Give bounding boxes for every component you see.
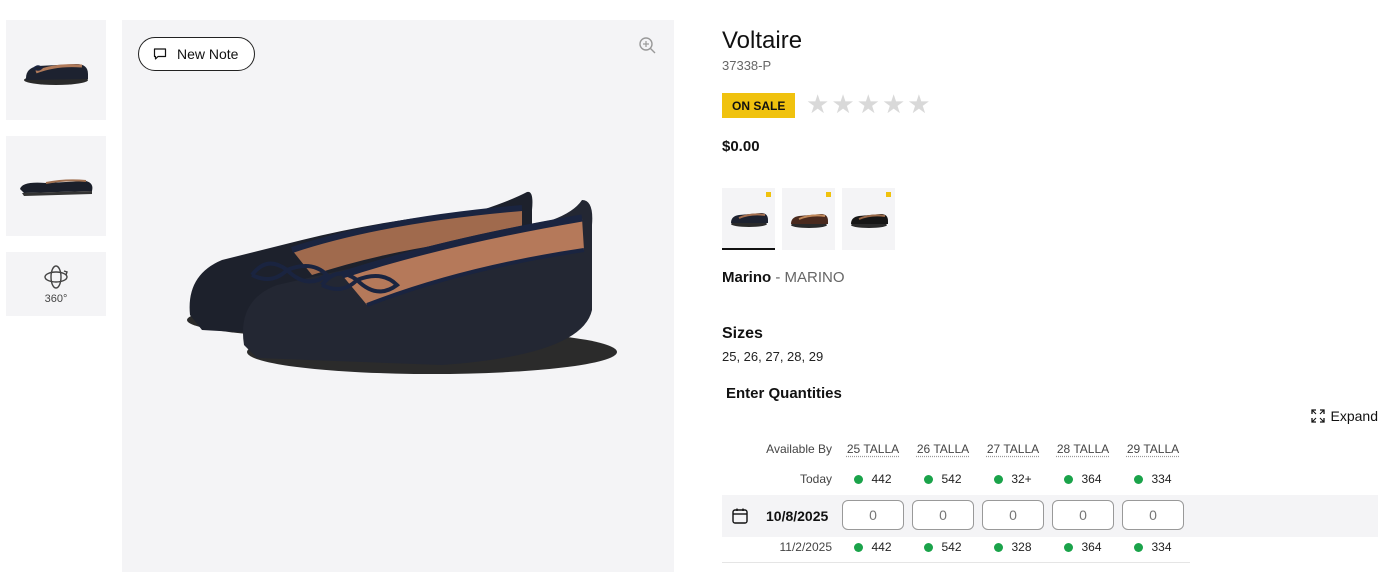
stock-cell: 334 — [1123, 472, 1183, 486]
stock-cell: 328 — [983, 540, 1043, 554]
stock-value: 542 — [941, 472, 962, 486]
rating-stars[interactable]: ★ ★ ★ ★ ★ — [806, 90, 931, 118]
product-price: $0.00 — [722, 138, 760, 155]
calendar-icon[interactable] — [731, 507, 749, 525]
star-icon: ★ — [907, 89, 931, 119]
color-swatch-brown[interactable] — [782, 188, 835, 250]
row-divider — [722, 562, 1190, 563]
size-header: 26 TALLA — [916, 442, 970, 456]
swatch-shoe-image — [850, 214, 888, 228]
in-stock-dot — [924, 542, 934, 552]
star-icon: ★ — [831, 89, 855, 119]
in-stock-dot — [1134, 474, 1144, 484]
enter-quantities-heading: Enter Quantities — [726, 385, 842, 402]
quantity-input-28[interactable] — [1052, 500, 1114, 530]
stock-cell: 442 — [843, 540, 903, 554]
expand-arrows-icon — [1310, 409, 1325, 423]
stock-cell: 32+ — [983, 472, 1043, 486]
table-row-order: 10/8/2025 — [722, 495, 1378, 537]
stock-cell: 364 — [1053, 540, 1113, 554]
stock-cell: 334 — [1123, 540, 1183, 554]
sizes-heading: Sizes — [722, 325, 763, 342]
stock-value: 442 — [871, 540, 892, 554]
quantity-input-29[interactable] — [1122, 500, 1184, 530]
in-stock-dot — [1134, 542, 1144, 552]
stock-cell: 542 — [913, 472, 973, 486]
sale-dot — [826, 192, 831, 197]
sizes-list: 25, 26, 27, 28, 29 — [722, 349, 824, 364]
shoe-side-thumbnail-image — [20, 179, 93, 196]
color-separator: - — [771, 269, 785, 286]
star-icon: ★ — [881, 89, 906, 119]
stock-value: 364 — [1081, 540, 1102, 554]
stock-value: 364 — [1081, 472, 1102, 486]
table-header-row: Available By 25 TALLA 26 TALLA 27 TALLA … — [722, 442, 1378, 462]
swatch-shoe-image — [790, 214, 828, 228]
selected-color: Marino - MARINO — [722, 269, 845, 286]
quantity-input-25[interactable] — [842, 500, 904, 530]
in-stock-dot — [994, 474, 1004, 484]
expand-label: Expand — [1330, 408, 1378, 424]
stock-value: 334 — [1151, 472, 1172, 486]
size-header: 29 TALLA — [1126, 442, 1180, 456]
in-stock-dot — [994, 542, 1004, 552]
stock-cell: 442 — [843, 472, 903, 486]
new-note-label: New Note — [177, 46, 239, 62]
product-title: Voltaire — [722, 27, 803, 54]
color-swatch-marino[interactable] — [722, 188, 775, 250]
rotate-360-button[interactable]: 360° — [6, 252, 106, 316]
size-header: 27 TALLA — [986, 442, 1040, 456]
sale-dot — [886, 192, 891, 197]
thumbnail-front-view[interactable] — [6, 20, 106, 120]
in-stock-dot — [1064, 542, 1074, 552]
available-by-label: Available By — [766, 442, 832, 456]
stock-cell: 364 — [1053, 472, 1113, 486]
in-stock-dot — [1064, 474, 1074, 484]
in-stock-dot — [854, 542, 864, 552]
stock-value: 328 — [1011, 540, 1032, 554]
new-note-button[interactable]: New Note — [138, 37, 256, 71]
rotate-360-icon — [44, 265, 68, 289]
size-header: 25 TALLA — [846, 442, 900, 456]
expand-button[interactable]: Expand — [1310, 408, 1378, 424]
quantity-input-27[interactable] — [982, 500, 1044, 530]
thumbnail-strip: 360° — [6, 20, 106, 332]
shoe-thumbnail-image — [24, 64, 88, 85]
stock-cell: 542 — [913, 540, 973, 554]
stock-value: 32+ — [1011, 472, 1032, 486]
color-swatches — [722, 188, 895, 250]
color-swatch-black[interactable] — [842, 188, 895, 250]
color-name: Marino — [722, 269, 772, 286]
row-label-date: 11/2/2025 — [779, 540, 833, 554]
rotate-360-label: 360° — [44, 293, 68, 305]
swatch-shoe-image — [730, 213, 768, 227]
row-label-today: Today — [799, 472, 832, 486]
speech-bubble-icon — [153, 48, 167, 60]
star-icon: ★ — [856, 89, 880, 119]
sale-dot — [766, 192, 771, 197]
order-date: 10/8/2025 — [766, 508, 829, 524]
stock-value: 334 — [1151, 540, 1172, 554]
main-product-image[interactable]: New Note — [122, 20, 674, 572]
product-sku: 37338-P — [722, 58, 772, 73]
on-sale-badge: ON SALE — [722, 93, 796, 118]
quantity-input-26[interactable] — [912, 500, 974, 530]
in-stock-dot — [854, 474, 864, 484]
stock-value: 442 — [871, 472, 892, 486]
zoom-in-icon[interactable] — [638, 36, 658, 56]
shoe-product-photo — [187, 191, 617, 374]
star-icon: ★ — [806, 89, 830, 119]
size-header: 28 TALLA — [1056, 442, 1110, 456]
stock-value: 542 — [941, 540, 962, 554]
in-stock-dot — [924, 474, 934, 484]
thumbnail-side-view[interactable] — [6, 136, 106, 236]
color-code: MARINO — [784, 269, 845, 286]
